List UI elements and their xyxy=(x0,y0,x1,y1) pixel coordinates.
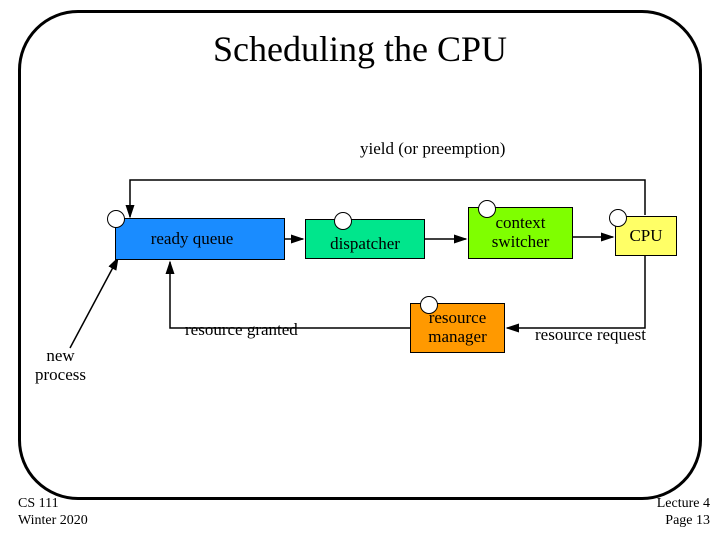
pin-ready-queue xyxy=(107,210,125,228)
footer-course: CS 111 xyxy=(18,496,88,513)
label-context-line1: context xyxy=(495,214,545,233)
footer-right: Lecture 4 Page 13 xyxy=(657,496,710,530)
label-yield: yield (or preemption) xyxy=(360,139,505,159)
footer-term: Winter 2020 xyxy=(18,513,88,530)
label-rm-line2: manager xyxy=(428,328,487,347)
label-context-line2: switcher xyxy=(492,233,550,252)
label-new-process: new process xyxy=(35,347,86,384)
pin-cpu xyxy=(609,209,627,227)
pin-resource-manager xyxy=(420,296,438,314)
footer-left: CS 111 Winter 2020 xyxy=(18,496,88,530)
pin-dispatcher xyxy=(334,212,352,230)
label-ready-queue: ready queue xyxy=(167,230,234,249)
label-dispatcher: dispatcher xyxy=(330,235,400,254)
footer-lecture: Lecture 4 xyxy=(657,496,710,513)
label-resource-request: resource request xyxy=(535,325,646,345)
label-resource-granted: resource granted xyxy=(185,320,298,340)
label-rm-line1: resource xyxy=(429,309,487,328)
label-new-line2: process xyxy=(35,366,86,385)
label-new-line1: new xyxy=(35,347,86,366)
label-cpu: CPU xyxy=(629,227,662,246)
pin-context-switcher xyxy=(478,200,496,218)
box-ready-queue: ready queue xyxy=(115,218,285,260)
slide-title: Scheduling the CPU xyxy=(0,28,720,70)
box-dispatcher: dispatcher xyxy=(305,219,425,259)
footer-page: Page 13 xyxy=(657,513,710,530)
